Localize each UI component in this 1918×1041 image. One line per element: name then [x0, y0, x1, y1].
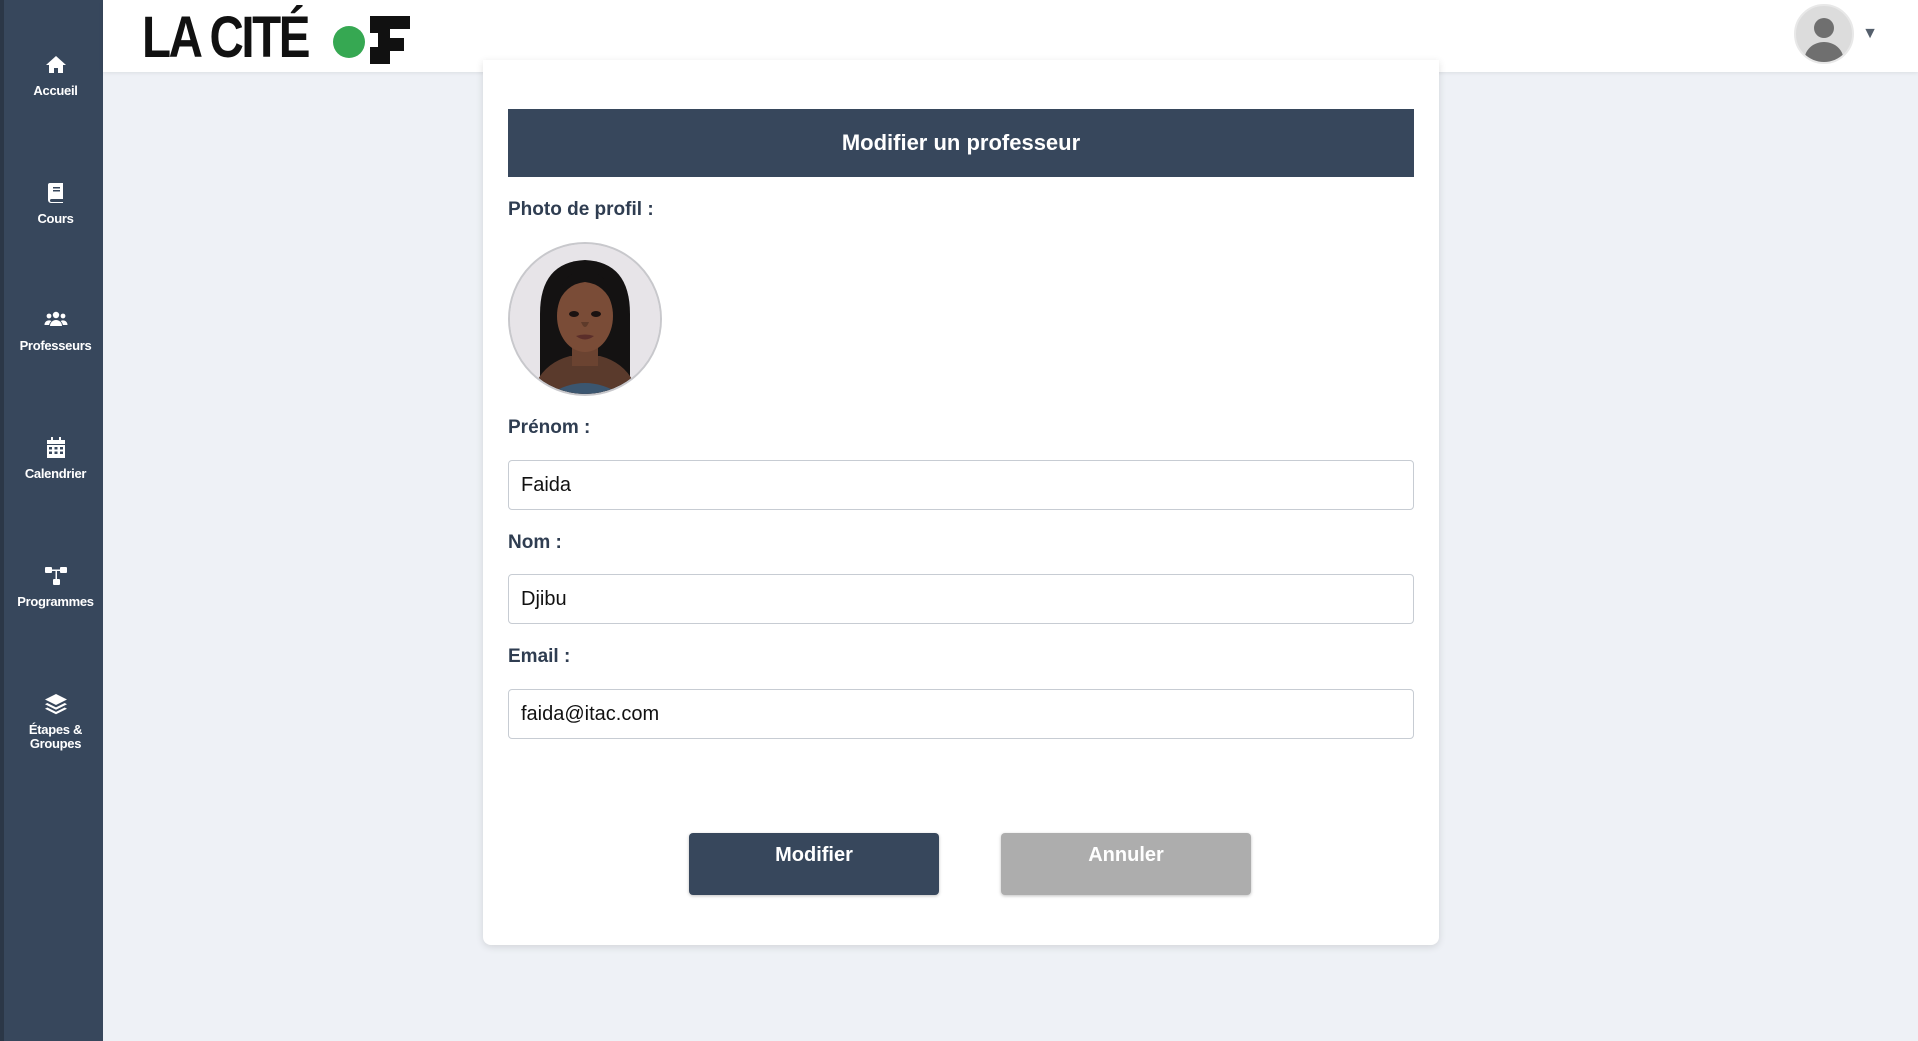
logo-dot: [333, 26, 365, 58]
email-label: Email :: [508, 646, 571, 667]
sidebar-item-cours[interactable]: Cours: [4, 180, 107, 226]
prenom-label: Prénom :: [508, 417, 591, 438]
home-icon: [43, 52, 69, 78]
sidebar: Accueil Cours Professeurs Calendrier Pro…: [0, 0, 103, 1041]
sidebar-item-label: Cours: [37, 211, 74, 226]
sidebar-item-label: Professeurs: [19, 338, 92, 353]
logo-text: LA CITÉ: [142, 5, 310, 70]
profile-portrait-image: [510, 244, 660, 394]
sidebar-item-calendrier[interactable]: Calendrier: [4, 435, 107, 481]
sidebar-item-programmes[interactable]: Programmes: [4, 563, 107, 609]
sidebar-item-label: Étapes & Groupes: [28, 722, 83, 751]
sidebar-item-label: Calendrier: [24, 466, 87, 481]
profile-photo[interactable]: [508, 242, 662, 396]
form-title: Modifier un professeur: [508, 109, 1414, 177]
nom-label: Nom :: [508, 532, 562, 553]
edit-teacher-card: Modifier un professeur Photo de profil :…: [483, 60, 1439, 945]
email-input[interactable]: [508, 689, 1414, 739]
photo-label: Photo de profil :: [508, 199, 654, 220]
user-menu[interactable]: ▼: [1794, 4, 1878, 64]
sidebar-item-etapes-groupes[interactable]: Étapes & Groupes: [4, 691, 107, 751]
book-icon: [43, 180, 69, 206]
nom-input[interactable]: [508, 574, 1414, 624]
sidebar-item-professeurs[interactable]: Professeurs: [4, 307, 107, 353]
users-icon: [43, 307, 69, 333]
calendar-icon: [43, 435, 69, 461]
cancel-button[interactable]: Annuler: [1001, 833, 1251, 895]
prenom-input[interactable]: [508, 460, 1414, 510]
sidebar-item-label: Accueil: [33, 83, 78, 98]
layers-icon: [43, 691, 69, 717]
logo-mark-icon: [370, 16, 410, 64]
user-avatar-icon[interactable]: [1794, 4, 1855, 64]
sidebar-item-label: Programmes: [17, 594, 94, 609]
sitemap-icon: [43, 563, 69, 589]
sidebar-item-accueil[interactable]: Accueil: [4, 52, 107, 98]
la-cite-logo[interactable]: LA CITÉ: [142, 5, 410, 70]
chevron-down-icon[interactable]: ▼: [1862, 25, 1878, 43]
submit-button[interactable]: Modifier: [689, 833, 939, 895]
